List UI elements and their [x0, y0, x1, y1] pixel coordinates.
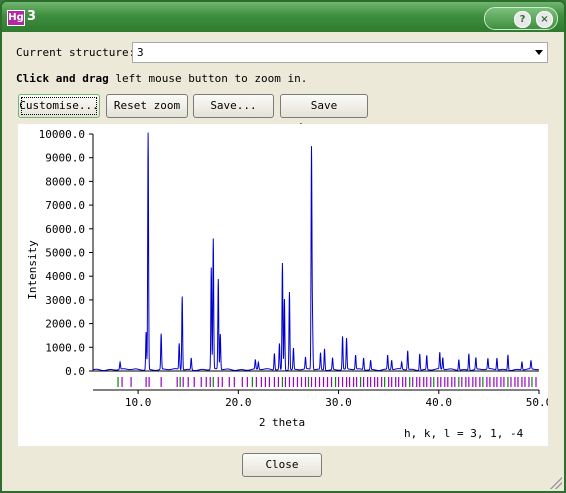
save-button[interactable]: Save... [193, 94, 274, 118]
diffraction-plot[interactable]: 0.0 1000.0 2000.0 3000.0 4000.0 5000.0 6000.0 7… [18, 124, 548, 446]
structure-label: Current structure: [16, 46, 136, 59]
window-title: 3 [27, 9, 37, 24]
x-tick-label: 40.0 [426, 396, 453, 409]
dialog-content: Current structure: 3 Click and drag left… [2, 32, 564, 491]
customise-button[interactable]: Customise... [18, 94, 100, 118]
x-axis: 10.0 20.0 30.0 40.0 50.0 [93, 370, 548, 409]
x-axis-label: 2 theta [259, 416, 305, 429]
y-tick-label: 0.0 [65, 365, 85, 378]
save-image-button[interactable]: Save image... [280, 94, 368, 134]
y-tick-label: 2000.0 [45, 318, 85, 331]
reset-zoom-button[interactable]: Reset zoom [106, 94, 188, 118]
y-axis-label: Intensity [26, 240, 39, 300]
y-tick-label: 3000.0 [45, 294, 85, 307]
resize-grip-icon[interactable] [550, 477, 562, 489]
y-tick-label: 4000.0 [45, 270, 85, 283]
y-tick-label: 9000.0 [45, 152, 85, 165]
structure-value: 3 [137, 46, 144, 59]
y-tick-label: 1000.0 [45, 341, 85, 354]
y-tick-label: 7000.0 [45, 199, 85, 212]
close-icon[interactable]: × [536, 11, 553, 28]
x-tick-label: 50.0 [526, 396, 548, 409]
y-axis: 0.0 1000.0 2000.0 3000.0 4000.0 5000.0 6000.0 7… [39, 128, 94, 378]
powder-pattern-chart[interactable]: 0.0 1000.0 2000.0 3000.0 4000.0 5000.0 6000.0 7… [18, 124, 548, 446]
y-tick-label: 5000.0 [45, 247, 85, 260]
dialog-window: Hg 3 ? × Current structure: 3 Click and … [0, 0, 566, 493]
pattern-line [92, 132, 539, 372]
structure-dropdown[interactable]: 3 [132, 42, 548, 63]
close-button[interactable]: Close [242, 453, 322, 477]
zoom-hint-bold: Click and drag [16, 72, 109, 85]
x-tick-label: 10.0 [125, 396, 152, 409]
reflection-ticks [117, 377, 537, 387]
y-tick-label: 10000.0 [39, 128, 85, 141]
zoom-hint: Click and drag left mouse button to zoom… [16, 72, 307, 85]
y-tick-label: 6000.0 [45, 223, 85, 236]
chevron-down-icon[interactable] [535, 50, 543, 55]
x-tick-label: 20.0 [225, 396, 252, 409]
x-tick-label: 30.0 [325, 396, 352, 409]
title-buttons: ? × [484, 7, 558, 30]
title-bar[interactable]: Hg 3 ? × [2, 2, 564, 32]
y-tick-label: 8000.0 [45, 175, 85, 188]
app-icon: Hg [7, 10, 25, 26]
help-icon[interactable]: ? [514, 11, 531, 28]
hkl-readout: h, k, l = 3, 1, -4 [404, 427, 524, 440]
zoom-hint-rest: left mouse button to zoom in. [108, 72, 308, 85]
